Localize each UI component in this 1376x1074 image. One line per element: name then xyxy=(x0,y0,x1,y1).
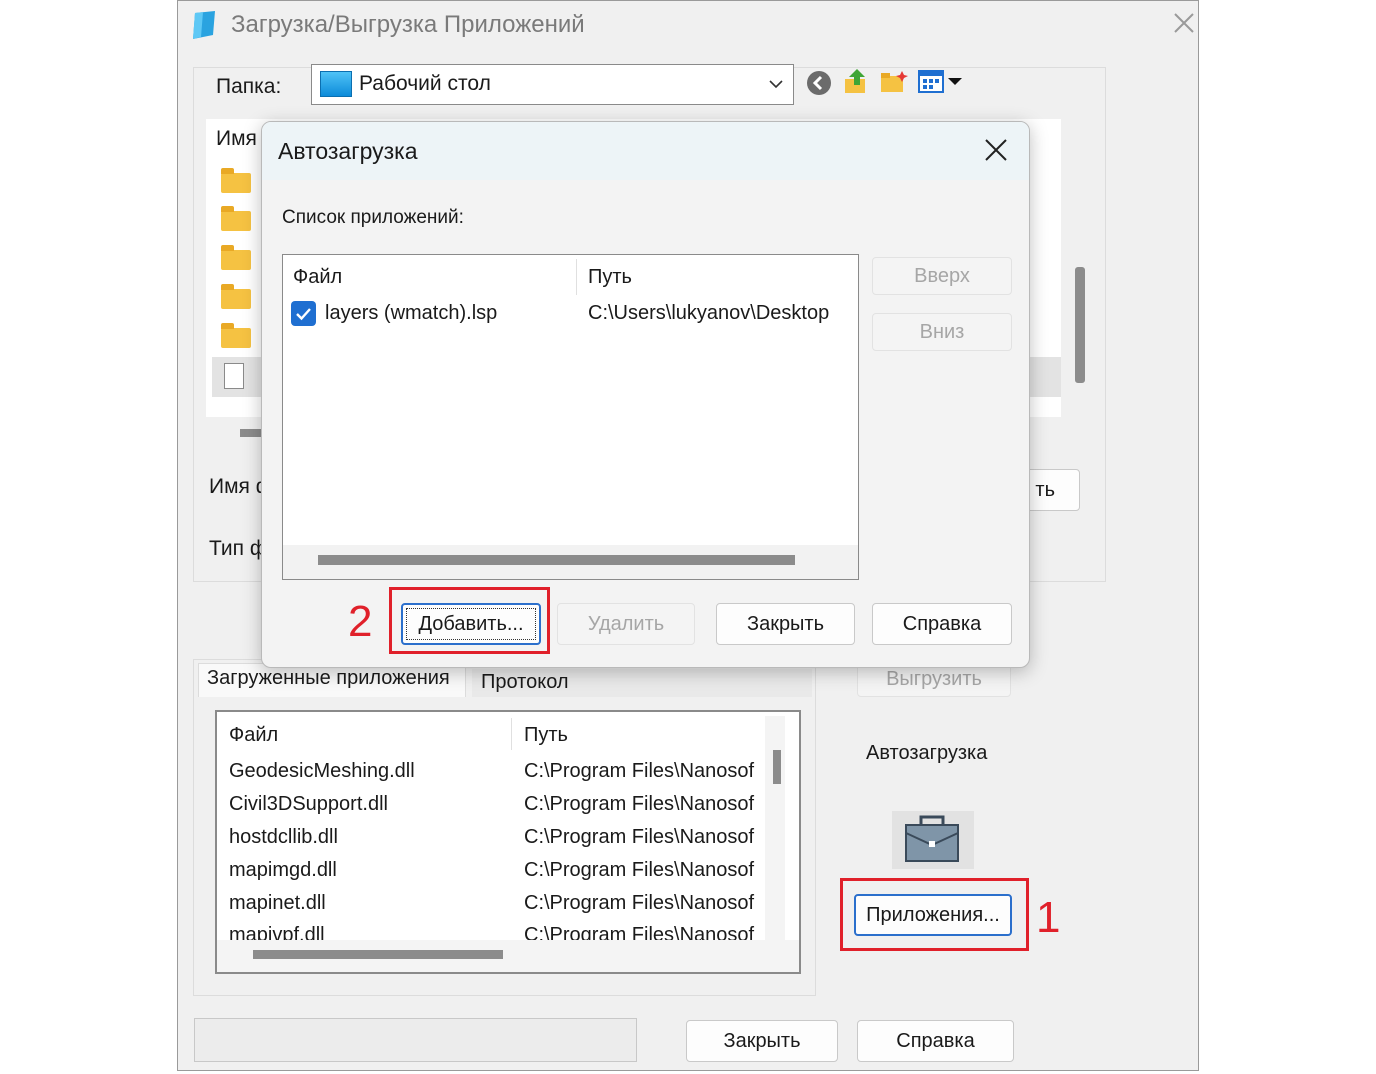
tab-loaded-apps-label: Загруженные приложения xyxy=(207,667,450,689)
step-1-marker: 1 xyxy=(1036,893,1061,942)
tab-log[interactable]: Протокол xyxy=(472,669,812,697)
dialog-title: Автозагрузка xyxy=(278,138,418,164)
new-folder-icon[interactable] xyxy=(880,70,908,99)
window-title: Загрузка/Выгрузка Приложений xyxy=(231,11,585,38)
file-list-vscroll[interactable] xyxy=(1075,267,1085,383)
loaded-apps-list[interactable]: Файл Путь GeodesicMeshing.dll C:\Program … xyxy=(215,710,801,974)
tab-loaded-apps[interactable]: Загруженные приложения xyxy=(198,663,466,697)
briefcase-icon xyxy=(892,811,974,869)
down-button[interactable]: Вниз xyxy=(872,313,1012,351)
up-button[interactable]: Вверх xyxy=(872,257,1012,295)
file-list-header-name: Имя xyxy=(216,127,257,150)
desktop-icon xyxy=(320,71,352,97)
loaded-col-file: Файл xyxy=(229,724,279,746)
folder-select-value: Рабочий стол xyxy=(359,72,491,95)
checkbox-checked-icon[interactable] xyxy=(291,301,316,326)
folder-icon xyxy=(221,245,251,270)
loaded-vscroll-thumb[interactable] xyxy=(773,750,781,784)
help-button[interactable]: Справка xyxy=(857,1020,1014,1062)
loaded-col-path: Путь xyxy=(524,724,568,746)
autoload-col-path: Путь xyxy=(588,266,632,288)
column-divider xyxy=(511,718,512,750)
file-type-label: Тип ф xyxy=(209,537,268,560)
table-row[interactable]: hostdcllib.dll C:\Program Files\Nanosof xyxy=(217,822,767,855)
app-logo-icon xyxy=(189,9,219,41)
autoload-col-file: Файл xyxy=(293,266,343,288)
views-menu-icon[interactable] xyxy=(918,70,966,99)
chevron-down-icon xyxy=(767,75,785,98)
folder-icon xyxy=(221,323,251,348)
loaded-vscroll-track[interactable] xyxy=(765,716,785,940)
dialog-close-button[interactable]: Закрыть xyxy=(716,603,855,645)
autoload-dialog: Автозагрузка Список приложений: Файл Пут… xyxy=(261,121,1030,668)
folder-up-icon[interactable] xyxy=(843,67,869,100)
table-row[interactable]: mapimgd.dll C:\Program Files\Nanosof xyxy=(217,855,767,888)
loaded-hscroll-track[interactable] xyxy=(217,940,799,972)
window-close-icon[interactable] xyxy=(1172,11,1196,35)
document-icon xyxy=(224,363,244,389)
app-list-label: Список приложений: xyxy=(282,207,464,228)
dialog-close-icon[interactable] xyxy=(984,138,1008,167)
folder-icon xyxy=(221,284,251,309)
autoload-hscroll-thumb[interactable] xyxy=(318,555,795,565)
delete-button[interactable]: Удалить xyxy=(557,603,695,645)
table-row[interactable]: mapinet.dll C:\Program Files\Nanosof xyxy=(217,888,767,921)
column-divider xyxy=(576,259,577,295)
folder-label: Папка: xyxy=(216,75,282,98)
status-field xyxy=(194,1018,637,1062)
close-button[interactable]: Закрыть xyxy=(686,1020,838,1062)
table-row[interactable]: GeodesicMeshing.dll C:\Program Files\Nano… xyxy=(217,756,767,789)
folder-select[interactable]: Рабочий стол xyxy=(311,64,794,105)
autoload-row-path: C:\Users\lukyanov\Desktop xyxy=(588,302,830,324)
step-2-marker: 2 xyxy=(348,597,373,646)
folder-icon xyxy=(221,168,251,193)
loaded-hscroll-thumb[interactable] xyxy=(253,950,503,959)
autoload-list[interactable]: Файл Путь layers (wmatch).lsp C:\Users\l… xyxy=(282,254,859,580)
tab-log-label: Протокол xyxy=(481,671,569,693)
highlight-add-button xyxy=(389,587,550,654)
table-row[interactable]: Civil3DSupport.dll C:\Program Files\Nanos… xyxy=(217,789,767,822)
highlight-apps-button xyxy=(840,878,1029,951)
autoload-label: Автозагрузка xyxy=(866,742,988,764)
table-row[interactable]: mapivpf.dll C:\Program Files\Nanosof xyxy=(217,920,767,940)
dialog-help-button[interactable]: Справка xyxy=(872,603,1012,645)
autoload-row[interactable]: layers (wmatch).lsp C:\Users\lukyanov\De… xyxy=(283,295,858,333)
folder-icon xyxy=(221,206,251,231)
autoload-row-file: layers (wmatch).lsp xyxy=(325,302,498,324)
back-icon[interactable] xyxy=(806,70,832,101)
autoload-hscroll-track[interactable] xyxy=(283,545,858,579)
